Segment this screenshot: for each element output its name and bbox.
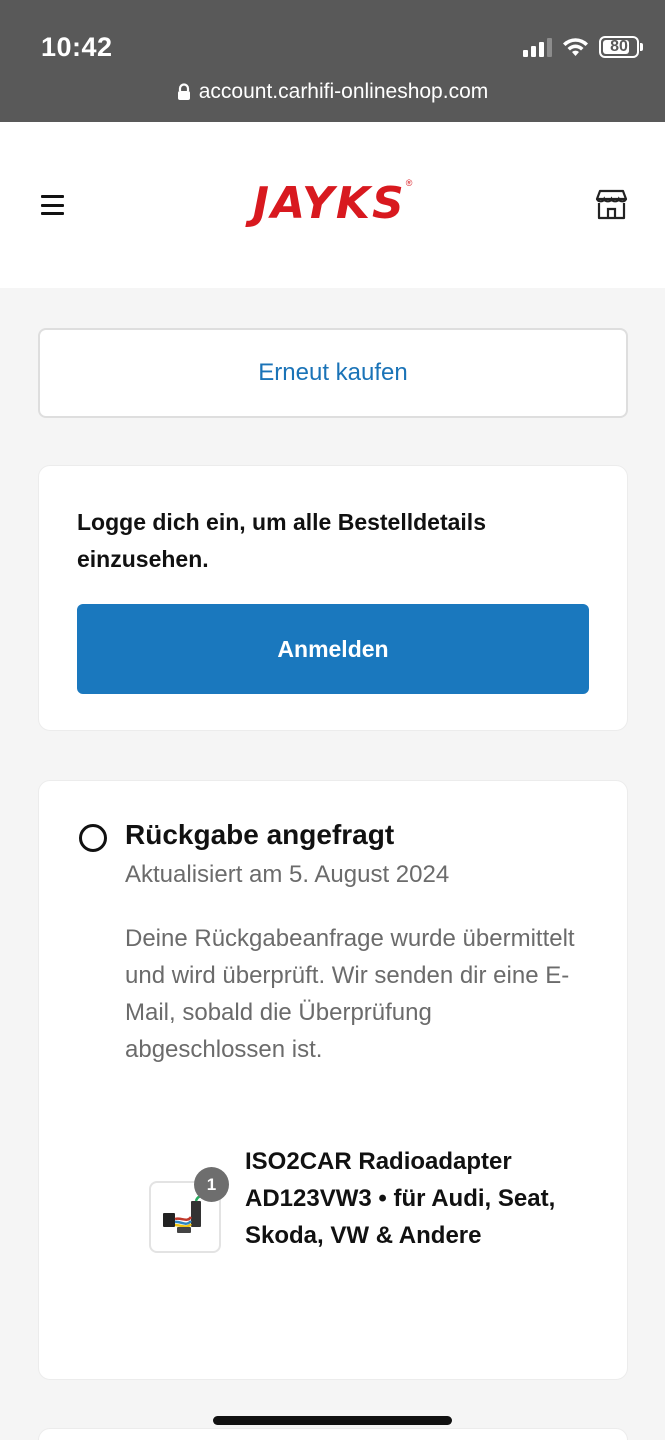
battery-icon: 80 <box>599 36 639 58</box>
next-card <box>38 1428 628 1440</box>
wifi-icon <box>563 38 588 56</box>
login-prompt: Logge dich ein, um alle Bestelldetails e… <box>77 509 486 572</box>
return-status-card: Rückgabe angefragt Aktualisiert am 5. Au… <box>38 780 628 1380</box>
clock: 10:42 <box>41 32 113 62</box>
site-header: JAYKS® <box>0 122 665 288</box>
status-icons: 80 <box>523 36 643 58</box>
store-icon[interactable] <box>595 188 628 221</box>
login-card: Logge dich ein, um alle Bestelldetails e… <box>38 465 628 731</box>
signal-icon <box>523 37 552 57</box>
buy-again-button[interactable]: Erneut kaufen <box>38 328 628 418</box>
product-name[interactable]: ISO2CAR Radioadapter AD123VW3 • für Audi… <box>245 1143 575 1254</box>
address-bar[interactable]: account.carhifi-onlineshop.com <box>0 80 665 104</box>
status-message: Deine Rückgabeanfrage wurde übermittelt … <box>125 925 575 1063</box>
login-button[interactable]: Anmelden <box>77 604 589 694</box>
quantity-badge: 1 <box>194 1167 229 1202</box>
url-text: account.carhifi-onlineshop.com <box>198 80 489 103</box>
status-date: Aktualisiert am 5. August 2024 <box>125 861 450 888</box>
logo-text: JAYKS <box>252 178 406 229</box>
site-logo[interactable]: JAYKS® <box>0 178 665 229</box>
status-bar: 10:42 80 account.carhifi-onlineshop.com <box>0 0 665 122</box>
home-indicator <box>213 1416 452 1425</box>
battery-level: 80 <box>610 38 628 55</box>
status-title: Rückgabe angefragt <box>125 819 395 850</box>
status-circle-icon <box>79 824 107 852</box>
lock-icon <box>177 83 190 100</box>
